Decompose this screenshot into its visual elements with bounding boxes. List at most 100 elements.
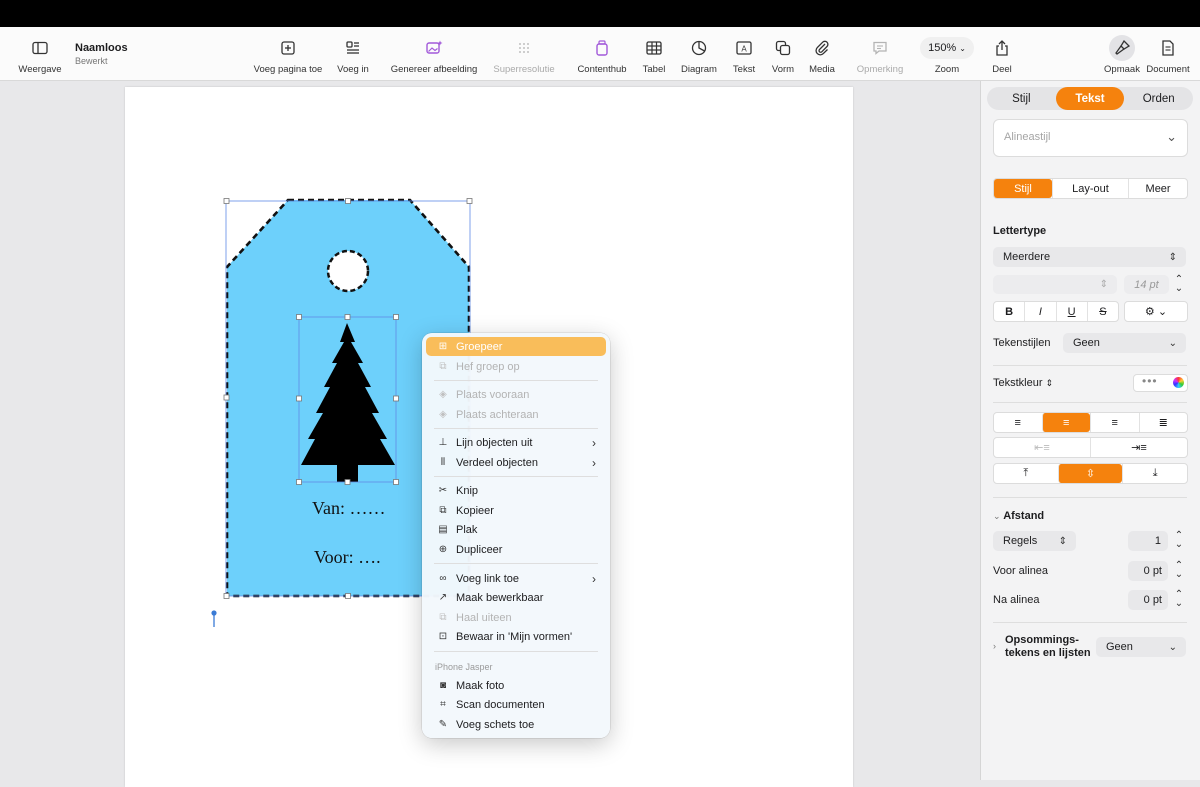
add-page-button[interactable]: Voeg pagina toe [252, 27, 324, 80]
menu-item-distribute[interactable]: ⫴ Verdeel objecten › [426, 453, 606, 472]
text-color-label[interactable]: Tekstkleur ⇕ [993, 377, 1053, 389]
updown-icon: ⇕ [1168, 251, 1177, 263]
menu-item-take-photo[interactable]: ◙ Maak foto [426, 676, 606, 695]
subtab-more[interactable]: Meer [1128, 179, 1187, 198]
font-family-dropdown[interactable]: Meerdere ⇕ [993, 247, 1186, 267]
align-left-button[interactable]: ≡ [994, 413, 1042, 432]
align-right-button[interactable]: ≡ [1090, 413, 1139, 432]
bullets-dropdown[interactable]: Geen ⌄ [1096, 637, 1186, 657]
vertical-align-buttons: ⤒ ⇳ ⤓ [993, 463, 1188, 484]
comment-button[interactable]: Opmerking [854, 27, 906, 80]
layers-back-icon: ◈ [439, 409, 447, 420]
tag-from-text[interactable]: Van: …… [312, 498, 386, 519]
align-bottom-button[interactable]: ⤓ [1122, 464, 1187, 483]
tab-arrange[interactable]: Orden [1124, 87, 1193, 110]
document-button[interactable]: Document [1145, 27, 1191, 80]
view-button[interactable]: Weergave [18, 27, 62, 80]
generate-image-button[interactable]: Genereer afbeelding [388, 27, 480, 80]
menu-item-align[interactable]: ⊥ Lijn objecten uit › [426, 433, 606, 452]
menu-item-paste[interactable]: ▤ Plak [426, 520, 606, 539]
menu-item-cut[interactable]: ✂ Knip [426, 481, 606, 500]
line-spacing-stepper[interactable]: ⌃ ⌄ [1173, 531, 1185, 550]
before-paragraph-field[interactable]: 0 pt [1128, 561, 1168, 581]
char-styles-dropdown[interactable]: Geen ⌄ [1063, 333, 1186, 353]
font-section-label: Lettertype [993, 225, 1047, 237]
before-paragraph-stepper[interactable]: ⌃ ⌄ [1173, 561, 1185, 580]
chevron-down-icon: ⌄ [1168, 641, 1177, 653]
outdent-button[interactable]: ⇤≡ [994, 438, 1090, 457]
duplicate-icon: ⊕ [438, 544, 448, 555]
group-icon: ⊞ [438, 341, 448, 352]
indent-button[interactable]: ⇥≡ [1090, 438, 1187, 457]
link-icon: ∞ [439, 573, 447, 584]
align-top-button[interactable]: ⤒ [994, 464, 1058, 483]
tab-style[interactable]: Stijl [987, 87, 1056, 110]
align-middle-button[interactable]: ⇳ [1057, 464, 1123, 483]
divider [993, 402, 1187, 403]
line-spacing-field[interactable]: 1 [1128, 531, 1168, 551]
content-hub-button[interactable]: Contenthub [574, 27, 630, 80]
justify-button[interactable]: ≣ [1138, 413, 1188, 432]
menu-item-group[interactable]: ⊞ Groepeer [426, 337, 606, 356]
format-button[interactable]: Opmaak [1100, 27, 1144, 80]
text-color-well[interactable]: ••• [1133, 374, 1188, 392]
text-options-button[interactable]: ⚙ ⌄ [1124, 301, 1188, 322]
char-styles-label: Tekenstijlen [993, 337, 1051, 349]
menu-item-ungroup[interactable]: ⧉ Hef groep op [426, 357, 606, 376]
share-button[interactable]: Deel [989, 27, 1015, 80]
underline-button[interactable]: U [1055, 302, 1087, 321]
chart-button[interactable]: Diagram [679, 27, 719, 80]
strikethrough-button[interactable]: S [1086, 302, 1118, 321]
italic-button[interactable]: I [1024, 302, 1055, 321]
bold-button[interactable]: B [994, 302, 1024, 321]
chevron-down-icon: ⌄ [959, 43, 966, 53]
menu-item-scan-documents[interactable]: ⌗ Scan documenten [426, 695, 606, 714]
menu-item-send-back[interactable]: ◈ Plaats achteraan [426, 405, 606, 424]
menu-item-bring-front[interactable]: ◈ Plaats vooraan [426, 385, 606, 404]
super-resolution-button[interactable]: Superresolutie [490, 27, 558, 80]
tab-text[interactable]: Tekst [1055, 87, 1125, 110]
menu-item-add-sketch[interactable]: ✎ Voeg schets toe [426, 715, 606, 734]
after-paragraph-stepper[interactable]: ⌃ ⌄ [1173, 590, 1185, 609]
menu-item-save-shapes[interactable]: ⊡ Bewaar in 'Mijn vormen' [426, 627, 606, 646]
divider [993, 497, 1187, 498]
zoom-dropdown[interactable]: 150% ⌄ [920, 37, 974, 59]
align-center-button[interactable]: ≡ [1041, 413, 1090, 432]
media-button[interactable]: Media [807, 27, 837, 80]
text-subtabs: Stijl Lay-out Meer [993, 178, 1188, 199]
menu-item-break-apart[interactable]: ⧉ Haal uiteen [426, 608, 606, 627]
paragraph-style-dropdown[interactable]: Alineastijl ⌄ [993, 119, 1188, 157]
subtab-layout[interactable]: Lay-out [1051, 179, 1128, 198]
menu-item-duplicate[interactable]: ⊕ Dupliceer [426, 540, 606, 559]
table-button[interactable]: Tabel [639, 27, 669, 80]
menu-item-make-editable[interactable]: ↗ Maak bewerkbaar [426, 588, 606, 607]
font-weight-dropdown[interactable]: ⇕ [993, 275, 1117, 294]
font-size-stepper[interactable]: ⌃ ⌄ [1173, 275, 1185, 294]
bullets-section-header[interactable]: › Opsommings- tekens en lijsten [993, 634, 1091, 660]
menu-item-add-link[interactable]: ∞ Voeg link toe › [426, 569, 606, 588]
insert-icon [340, 35, 366, 61]
gear-icon: ⚙ ⌄ [1144, 306, 1168, 318]
insert-button[interactable]: Voeg in [334, 27, 372, 80]
after-paragraph-field[interactable]: 0 pt [1128, 590, 1168, 610]
ungroup-icon: ⧉ [439, 361, 447, 372]
spacing-mode-dropdown[interactable]: Regels ⇕ [993, 531, 1076, 551]
tag-to-text[interactable]: Voor: …. [314, 547, 381, 568]
document-title[interactable]: Naamloos [75, 42, 128, 54]
subtab-style[interactable]: Stijl [994, 179, 1052, 198]
paintbrush-icon [1109, 35, 1135, 61]
scissors-icon: ✂ [438, 485, 448, 496]
chevron-right-icon: › [592, 435, 596, 450]
menu-separator [434, 476, 598, 477]
text-button[interactable]: A Tekst [730, 27, 758, 80]
shapes-icon [770, 35, 796, 61]
shape-button[interactable]: Vorm [769, 27, 797, 80]
updown-icon: ⇕ [1099, 279, 1108, 290]
font-size-field[interactable]: 14 pt [1124, 275, 1169, 294]
zoom-control[interactable]: 150% ⌄ Zoom [919, 27, 975, 80]
table-icon [641, 35, 667, 61]
clipboard-icon: ▤ [438, 524, 448, 535]
spacing-section-header[interactable]: ⌄ Afstand [993, 510, 1044, 522]
menu-item-copy[interactable]: ⧉ Kopieer [426, 501, 606, 520]
indent-buttons: ⇤≡ ⇥≡ [993, 437, 1188, 458]
